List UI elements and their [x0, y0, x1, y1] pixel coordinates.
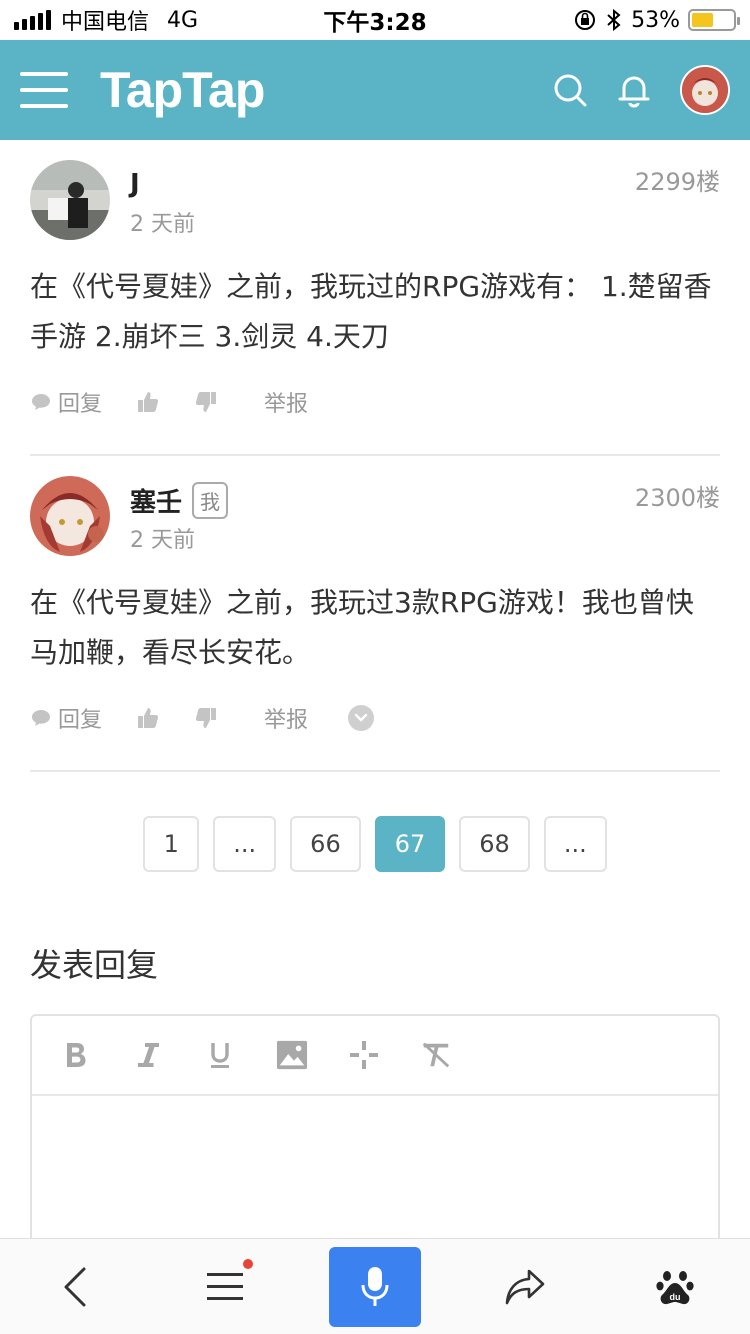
floor-number: 2299楼 — [634, 168, 720, 196]
author-avatar[interactable] — [30, 160, 110, 240]
page-button[interactable]: 1 — [143, 816, 200, 872]
page-ellipsis-button[interactable]: ... — [543, 816, 607, 872]
voice-button[interactable] — [329, 1246, 421, 1327]
reply-button[interactable]: 回复 — [30, 702, 102, 734]
editor-toolbar — [32, 1016, 718, 1096]
thumbs-up-icon — [138, 708, 159, 728]
more-options-button[interactable] — [348, 705, 375, 731]
dislike-button[interactable] — [194, 390, 218, 414]
like-button[interactable] — [136, 390, 160, 414]
post-time: 2 天前 — [130, 528, 195, 553]
svg-text:du: du — [670, 1292, 681, 1302]
bold-icon[interactable] — [60, 1039, 92, 1071]
header-actions — [552, 65, 730, 115]
clear-format-icon[interactable] — [420, 1039, 452, 1071]
post-body: 在《代号夏娃》之前，我玩过3款RPG游戏！我也曾快马加鞭，看尽长安花。 — [30, 586, 694, 669]
post-item: 塞壬 我 2 天前 2300楼 在《代号夏娃》之前，我玩过3款RPG游戏！我也曾… — [30, 456, 720, 772]
bell-icon[interactable] — [616, 72, 652, 108]
page-ellipsis-button[interactable]: ... — [213, 816, 277, 872]
post-list: J 2 天前 2299楼 在《代号夏娃》之前，我玩过的RPG游戏有： 1.楚留香… — [30, 140, 720, 772]
user-avatar[interactable] — [680, 65, 730, 115]
image-icon[interactable] — [276, 1039, 308, 1071]
reply-editor — [30, 1014, 720, 1254]
pagination: 1... 66 67 68... — [0, 816, 750, 872]
author-name-text: J — [130, 169, 140, 199]
emoji-icon[interactable] — [348, 1039, 380, 1071]
baidu-paw-icon: du — [656, 1270, 694, 1304]
report-button[interactable]: 举报 — [264, 702, 308, 734]
report-label: 举报 — [264, 708, 309, 733]
microphone-icon — [361, 1266, 389, 1306]
report-button[interactable]: 举报 — [264, 386, 308, 418]
list-menu-icon — [207, 1272, 243, 1300]
post-header: J 2 天前 — [30, 140, 720, 240]
author-name[interactable]: J — [130, 166, 195, 202]
page-button[interactable]: 68 — [459, 816, 530, 872]
post-actions: 回复 举报 — [30, 688, 720, 748]
like-button[interactable] — [136, 706, 160, 730]
carrier-name: 中国电信 — [61, 10, 150, 35]
battery-percent: 53% — [631, 7, 680, 33]
rotation-lock-icon — [575, 10, 596, 30]
thumbs-down-icon — [195, 708, 217, 728]
comment-icon — [32, 710, 50, 726]
post-body: 在《代号夏娃》之前，我玩过的RPG游戏有： 1.楚留香手游 2.崩坏三 3.剑灵… — [30, 270, 712, 353]
page-button[interactable]: 67 — [374, 816, 446, 872]
post-item: J 2 天前 2299楼 在《代号夏娃》之前，我玩过的RPG游戏有： 1.楚留香… — [30, 140, 720, 456]
underline-icon[interactable] — [204, 1039, 236, 1071]
share-arrow-icon — [505, 1269, 545, 1304]
signal-icon — [14, 10, 51, 30]
battery-level — [692, 13, 714, 27]
battery-icon — [688, 9, 740, 31]
author-name-text: 塞壬 — [130, 487, 183, 518]
status-bar: 中国电信 4G 下午3:28 53% — [0, 0, 750, 40]
share-button[interactable] — [479, 1247, 571, 1327]
menu-icon[interactable] — [20, 72, 68, 108]
post-meta: 塞壬 我 2 天前 — [130, 476, 229, 554]
thumbs-up-icon — [138, 392, 159, 412]
search-icon[interactable] — [552, 72, 588, 108]
floor-number: 2300楼 — [634, 484, 720, 512]
post-time: 2 天前 — [130, 212, 195, 237]
reply-label: 回复 — [58, 708, 103, 733]
browser-bottom-bar: du — [0, 1238, 750, 1334]
reply-section-title: 发表回复 — [30, 946, 159, 984]
baidu-button[interactable]: du — [629, 1247, 721, 1327]
status-right: 53% — [573, 7, 740, 33]
back-button[interactable] — [29, 1247, 121, 1327]
taptap-logo[interactable]: TapTap — [100, 61, 265, 119]
reply-button[interactable]: 回复 — [30, 386, 102, 418]
me-badge: 我 — [192, 481, 229, 519]
dislike-button[interactable] — [194, 706, 218, 730]
page-button[interactable]: 66 — [290, 816, 361, 872]
chevron-left-icon — [64, 1267, 86, 1306]
post-header: 塞壬 我 2 天前 — [30, 456, 720, 556]
author-avatar[interactable] — [30, 476, 110, 556]
report-label: 举报 — [264, 392, 309, 417]
reply-label: 回复 — [58, 392, 103, 417]
reply-text-area[interactable] — [32, 1096, 718, 1252]
chevron-down-icon — [354, 713, 368, 722]
notification-dot — [243, 1258, 253, 1269]
app-header: TapTap — [0, 40, 750, 140]
post-actions: 回复 举报 — [30, 372, 720, 432]
network-type: 4G — [167, 7, 199, 33]
comment-icon — [32, 394, 50, 410]
menu-button[interactable] — [179, 1247, 271, 1327]
bluetooth-icon — [607, 8, 621, 32]
italic-icon[interactable] — [132, 1039, 164, 1071]
post-meta: J 2 天前 — [130, 160, 195, 238]
author-name[interactable]: 塞壬 我 — [130, 481, 229, 519]
thumbs-down-icon — [195, 392, 217, 412]
status-left: 中国电信 4G — [14, 4, 198, 36]
